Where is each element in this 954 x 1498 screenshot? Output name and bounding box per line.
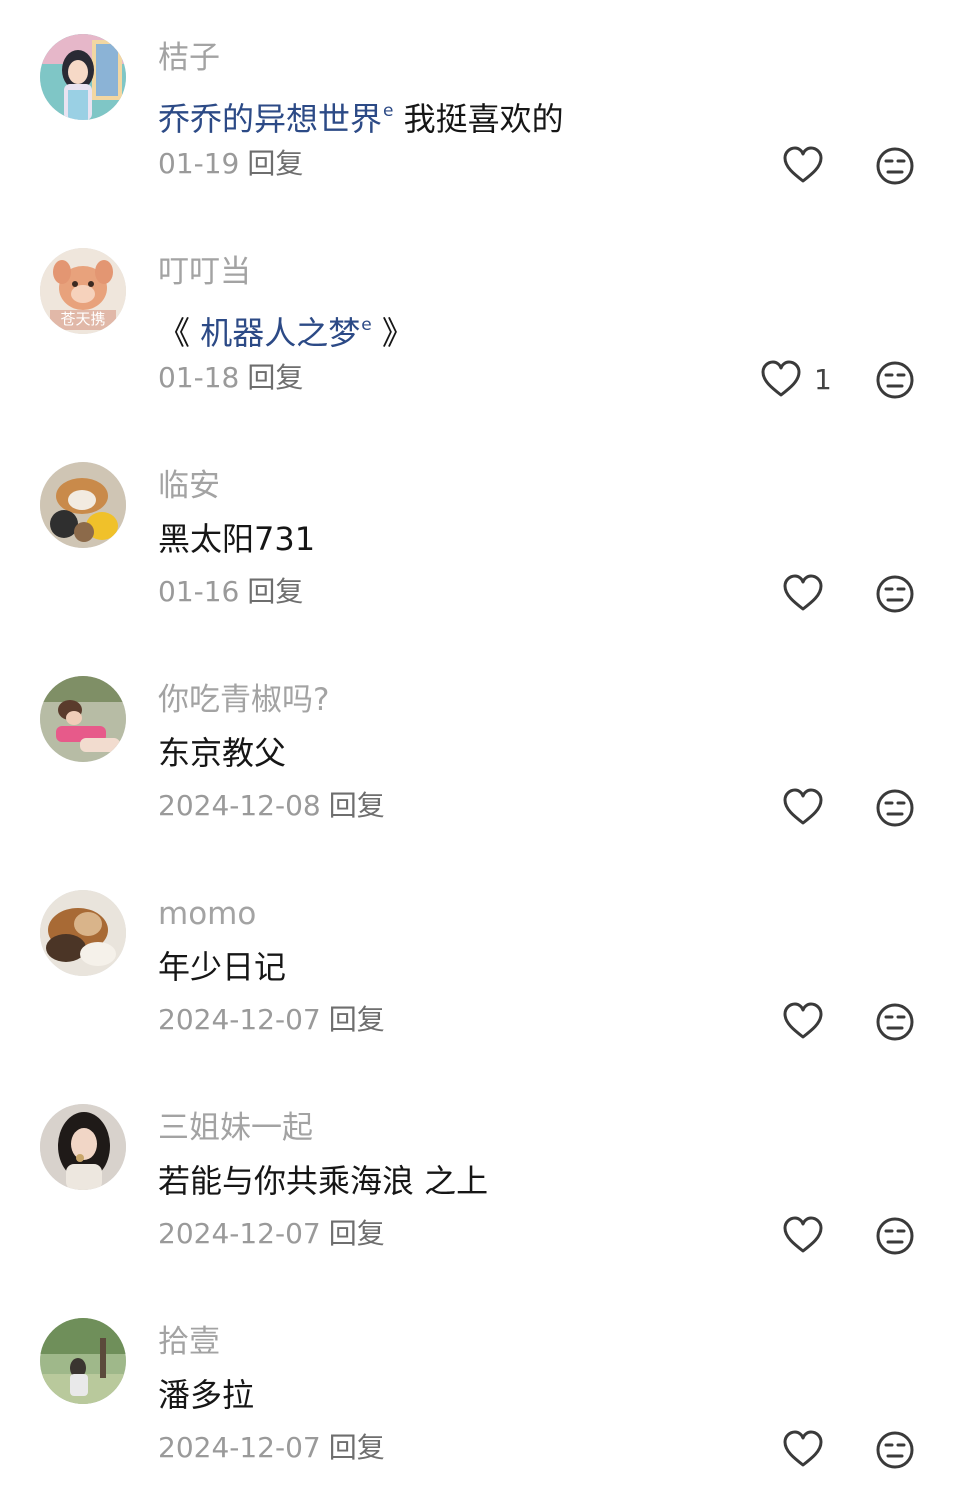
avatar[interactable]	[40, 1318, 126, 1404]
comment-text: 东京教父	[158, 734, 287, 772]
comment-text: 若能与你共乘海浪 之上	[158, 1162, 489, 1200]
username[interactable]: 临安	[158, 466, 220, 506]
comment-date: 2024-12-08	[158, 789, 321, 822]
username[interactable]: 叮叮当	[158, 252, 251, 292]
reply-button[interactable]: 回复	[329, 1003, 385, 1036]
comment-meta: 01-19 回复	[158, 146, 303, 182]
like-button[interactable]	[782, 1429, 824, 1469]
heart-outline-icon	[783, 1430, 823, 1467]
like-button[interactable]	[782, 1001, 824, 1041]
like-button[interactable]	[782, 1215, 824, 1255]
dislike-button[interactable]	[875, 574, 915, 614]
comment-meta: 01-18 回复	[158, 360, 303, 396]
heart-outline-icon	[783, 1002, 823, 1039]
comment-text: 黑太阳731	[158, 520, 316, 558]
reply-button[interactable]: 回复	[329, 789, 385, 822]
like-button[interactable]	[782, 787, 824, 827]
comment-item: 拾壹 潘多拉 2024-12-07 回复	[0, 1284, 954, 1498]
dislike-button[interactable]	[875, 1216, 915, 1256]
avatar-caption: 苍天携	[60, 310, 106, 328]
like-count: 1	[814, 362, 832, 396]
like-button[interactable]	[782, 145, 824, 185]
neutral-face-icon	[876, 361, 914, 399]
comment-date: 01-19	[158, 147, 240, 180]
comment-item: 你吃青椒吗? 东京教父 2024-12-08 回复	[0, 642, 954, 856]
dislike-button[interactable]	[875, 360, 915, 400]
heart-outline-icon	[783, 146, 823, 183]
heart-outline-icon	[783, 788, 823, 825]
username[interactable]: 桔子	[158, 38, 220, 78]
comment-meta: 01-16 回复	[158, 574, 303, 610]
avatar[interactable]	[40, 1104, 126, 1190]
comment-meta: 2024-12-08 回复	[158, 788, 385, 824]
username[interactable]: 三姐妹一起	[158, 1108, 313, 1148]
username[interactable]: momo	[158, 894, 256, 934]
comment-date: 01-16	[158, 575, 240, 608]
comment-text: 年少日记	[158, 948, 287, 986]
dislike-button[interactable]	[875, 788, 915, 828]
avatar[interactable]	[40, 462, 126, 548]
neutral-face-icon	[876, 575, 914, 613]
comment-text: 《 机器人之梦𝖾 》	[158, 304, 414, 354]
username[interactable]: 拾壹	[158, 1322, 220, 1362]
neutral-face-icon	[876, 147, 914, 185]
comment-item: 三姐妹一起 若能与你共乘海浪 之上 2024-12-07 回复	[0, 1070, 954, 1284]
reply-button[interactable]: 回复	[247, 575, 303, 608]
comment-item: 桔子 乔乔的异想世界𝖾 我挺喜欢的 01-19 回复	[0, 0, 954, 214]
heart-outline-icon	[783, 1216, 823, 1253]
comment-date: 2024-12-07	[158, 1003, 321, 1036]
avatar[interactable]	[40, 890, 126, 976]
search-icon: 𝖾	[383, 101, 394, 121]
dislike-button[interactable]	[875, 1002, 915, 1042]
comment-item: 苍天携 叮叮当 《 机器人之梦𝖾 》 01-18 回复 1	[0, 214, 954, 428]
comment-text-suffix: 》	[371, 314, 414, 352]
neutral-face-icon	[876, 1431, 914, 1469]
comment-date: 01-18	[158, 361, 240, 394]
dislike-button[interactable]	[875, 1430, 915, 1470]
search-icon: 𝖾	[361, 315, 372, 335]
reply-button[interactable]: 回复	[247, 361, 303, 394]
heart-outline-icon	[783, 574, 823, 611]
neutral-face-icon	[876, 1003, 914, 1041]
avatar[interactable]	[40, 34, 126, 120]
search-link[interactable]: 机器人之梦	[200, 314, 360, 352]
comment-date: 2024-12-07	[158, 1217, 321, 1250]
comment-text-tail: 我挺喜欢的	[393, 100, 564, 138]
comment-meta: 2024-12-07 回复	[158, 1002, 385, 1038]
reply-button[interactable]: 回复	[247, 147, 303, 180]
avatar[interactable]	[40, 676, 126, 762]
comment-text-prefix: 《	[158, 314, 201, 352]
neutral-face-icon	[876, 789, 914, 827]
comment-meta: 2024-12-07 回复	[158, 1430, 385, 1466]
neutral-face-icon	[876, 1217, 914, 1255]
dislike-button[interactable]	[875, 146, 915, 186]
comment-text: 潘多拉	[158, 1376, 255, 1414]
comment-date: 2024-12-07	[158, 1431, 321, 1464]
reply-button[interactable]: 回复	[329, 1431, 385, 1464]
comment-meta: 2024-12-07 回复	[158, 1216, 385, 1252]
heart-outline-icon	[761, 360, 801, 397]
comment-text: 乔乔的异想世界𝖾 我挺喜欢的	[158, 90, 564, 140]
comment-item: momo 年少日记 2024-12-07 回复	[0, 856, 954, 1070]
like-button[interactable]: 1	[760, 359, 832, 399]
username[interactable]: 你吃青椒吗?	[158, 680, 329, 720]
search-link[interactable]: 乔乔的异想世界	[158, 100, 382, 138]
like-button[interactable]	[782, 573, 824, 613]
comment-item: 临安 黑太阳731 01-16 回复	[0, 428, 954, 642]
reply-button[interactable]: 回复	[329, 1217, 385, 1250]
avatar[interactable]: 苍天携	[40, 248, 126, 334]
